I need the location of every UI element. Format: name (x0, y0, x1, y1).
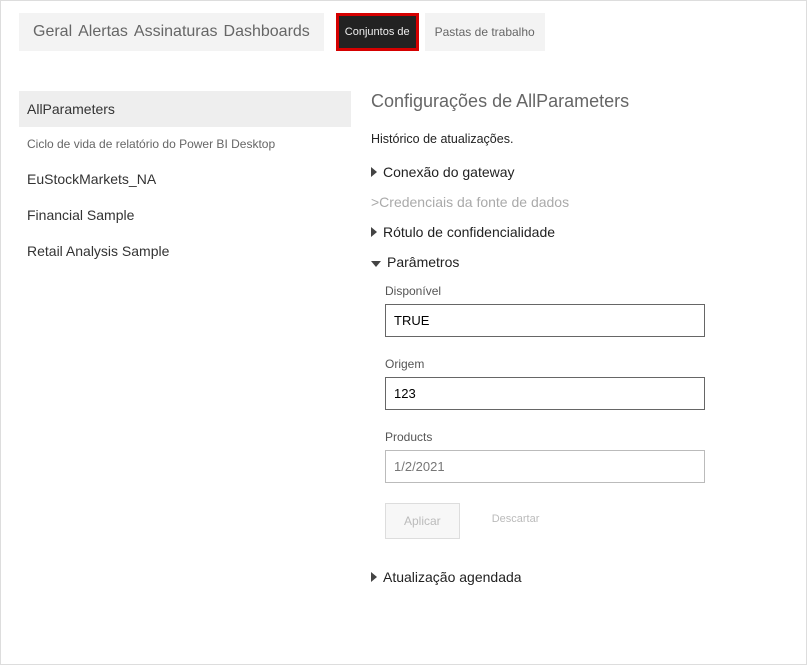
caret-right-icon (371, 164, 377, 180)
tab-dashboards[interactable]: Dashboards (224, 23, 310, 41)
section-parameters-label: Parâmetros (387, 254, 459, 270)
param-label-disponivel: Disponível (385, 284, 766, 298)
tab-alertas[interactable]: Alertas (78, 23, 128, 41)
highlighted-tab-box: Conjuntos de (336, 13, 419, 51)
param-label-origem: Origem (385, 357, 766, 371)
caret-right-icon (371, 224, 377, 240)
section-data-source-credentials: >Credenciais da fonte de dados (371, 194, 766, 210)
param-input-disponivel[interactable] (385, 304, 705, 337)
page-title: Configurações de AllParameters (371, 91, 766, 112)
discard-button[interactable]: Descartar (474, 503, 558, 539)
param-input-products[interactable] (385, 450, 705, 483)
sidebar-item-allparameters[interactable]: AllParameters (19, 91, 351, 127)
section-gateway-label: Conexão do gateway (383, 164, 515, 180)
sidebar-item-eustockmarkets[interactable]: EuStockMarkets_NA (19, 161, 351, 197)
sidebar-item-financial-sample[interactable]: Financial Sample (19, 197, 351, 233)
apply-button[interactable]: Aplicar (385, 503, 460, 539)
caret-right-icon (371, 569, 377, 585)
section-credentials-label: >Credenciais da fonte de dados (371, 194, 569, 210)
sidebar-item-ciclo-de-vida[interactable]: Ciclo de vida de relatório do Power BI D… (19, 127, 351, 161)
param-label-products: Products (385, 430, 766, 444)
tab-geral[interactable]: Geral (33, 23, 72, 41)
section-parameters[interactable]: Parâmetros (371, 254, 766, 270)
param-input-origem[interactable] (385, 377, 705, 410)
section-sensitivity-text: Rótulo de confidencialidade (383, 224, 555, 240)
tab-conjuntos-de-dados[interactable]: Conjuntos de (339, 16, 416, 48)
refresh-history-link[interactable]: Histórico de atualizações. (371, 132, 766, 146)
caret-down-icon (371, 254, 381, 270)
top-tabs-left: Geral Alertas Assinaturas Dashboards (19, 13, 324, 51)
tab-assinaturas[interactable]: Assinaturas (134, 23, 218, 41)
section-sensitivity-label[interactable]: Rótulo de confidencialidade (371, 224, 766, 240)
sidebar-item-retail-analysis[interactable]: Retail Analysis Sample (19, 233, 351, 269)
section-gateway-connection[interactable]: Conexão do gateway (371, 164, 766, 180)
dataset-sidebar: AllParameters Ciclo de vida de relatório… (1, 91, 351, 619)
settings-main: Configurações de AllParameters Histórico… (351, 91, 806, 619)
tab-pastas-de-trabalho[interactable]: Pastas de trabalho (425, 13, 545, 51)
section-scheduled-label: Atualização agendada (383, 569, 522, 585)
section-scheduled-refresh[interactable]: Atualização agendada (371, 569, 766, 585)
